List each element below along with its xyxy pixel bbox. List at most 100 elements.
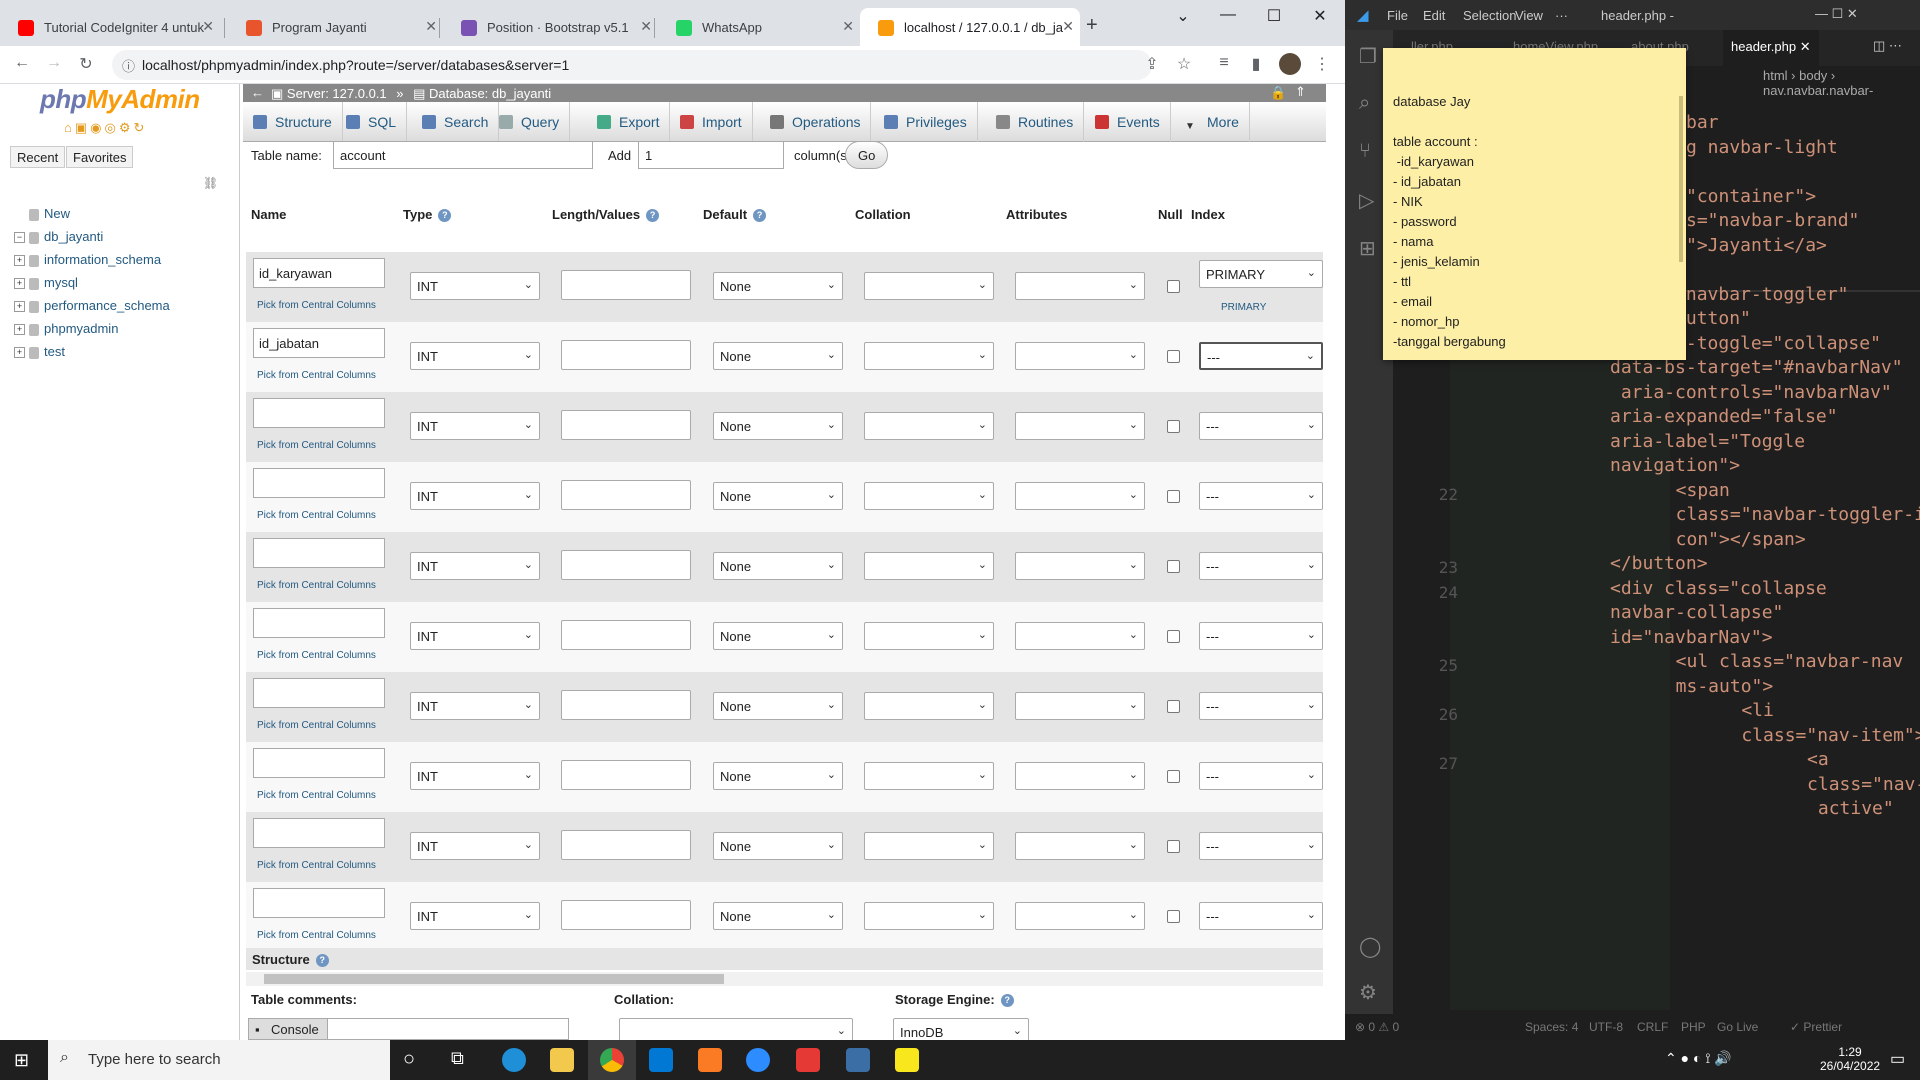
collation-select[interactable]: ⌄ [864, 482, 994, 510]
reading-list-icon[interactable]: ≡ [1212, 54, 1236, 72]
code-line[interactable]: <div class="collapse [1610, 578, 1827, 599]
breadcrumb-path[interactable]: html › body › nav.navbar.navbar- [1763, 68, 1920, 98]
column-type-select[interactable]: INT ⌄ [410, 412, 540, 440]
column-name-input[interactable] [253, 748, 385, 778]
code-line[interactable]: navigation"> [1610, 455, 1740, 476]
console-button[interactable]: ▪ Console [248, 1018, 328, 1040]
source-control-icon[interactable]: ⑂ [1359, 140, 1371, 163]
default-select[interactable]: None ⌄ [713, 692, 843, 720]
menu-structure[interactable]: Structure [243, 102, 343, 142]
code-line[interactable]: ms-auto"> [1654, 676, 1774, 697]
notification-icon[interactable]: ▭ [1890, 1049, 1905, 1069]
pick-central-columns-link[interactable]: Pick from Central Columns [257, 650, 376, 661]
code-line[interactable]: class="navbar-toggler-i [1654, 504, 1920, 525]
status-prettier[interactable]: ✓ Prettier [1790, 1020, 1842, 1034]
pick-central-columns-link[interactable]: Pick from Central Columns [257, 930, 376, 941]
split-editor-icon[interactable]: ◫ ⋯ [1873, 38, 1902, 54]
tree-item[interactable]: + phpmyadmin [14, 321, 118, 336]
xampp-icon[interactable] [698, 1048, 722, 1072]
column-type-select[interactable]: INT ⌄ [410, 692, 540, 720]
attributes-select[interactable]: ⌄ [1015, 832, 1145, 860]
pick-central-columns-link[interactable]: Pick from Central Columns [257, 720, 376, 731]
code-line[interactable]: data-bs-target="#navbarNav" [1610, 357, 1903, 378]
table-name-input[interactable]: account [333, 141, 593, 169]
code-line[interactable]: navbar-collapse" [1610, 602, 1783, 623]
null-checkbox[interactable] [1167, 910, 1180, 923]
code-line[interactable]: <li [1698, 700, 1774, 721]
collation-select[interactable]: ⌄ [864, 552, 994, 580]
column-type-select[interactable]: INT ⌄ [410, 832, 540, 860]
column-name-input[interactable]: id_jabatan [253, 328, 385, 358]
add-columns-input[interactable]: 1 [638, 141, 784, 169]
lock-icon[interactable]: 🔒 [1270, 85, 1286, 101]
tab-close-icon[interactable]: ✕ [640, 18, 652, 35]
help-icon[interactable]: ? [438, 209, 452, 223]
extensions-icon[interactable]: ⊞ [1359, 236, 1376, 261]
sticky-note[interactable]: database Jay table account : -id_karyawa… [1383, 48, 1686, 360]
tree-expand-icon[interactable]: + [14, 347, 25, 359]
menu-sql[interactable]: SQL [336, 102, 408, 142]
cortana-icon[interactable]: ○ [403, 1048, 415, 1071]
explorer-icon[interactable]: ❐ [1359, 44, 1377, 69]
null-checkbox[interactable] [1167, 350, 1180, 363]
length-values-input[interactable] [561, 480, 691, 510]
column-name-input[interactable] [253, 398, 385, 428]
vscode-window-controls[interactable]: — ☐ ✕ [1815, 6, 1858, 22]
code-line[interactable]: con"></span> [1654, 529, 1806, 550]
close-tab-icon[interactable]: ✕ [1796, 39, 1811, 54]
column-name-input[interactable] [253, 678, 385, 708]
horizontal-scrollbar[interactable] [246, 972, 1323, 986]
attributes-select[interactable]: ⌄ [1015, 692, 1145, 720]
index-select[interactable]: --- ⌄ [1199, 482, 1323, 510]
tree-expand-icon[interactable]: + [14, 324, 25, 336]
length-values-input[interactable] [561, 620, 691, 650]
pma-quick-icons[interactable]: ⌂▣◉◎⚙↻ [64, 120, 147, 136]
length-values-input[interactable] [561, 340, 691, 370]
length-values-input[interactable] [561, 270, 691, 300]
collapse-arrow-icon[interactable]: ← [251, 85, 264, 100]
tree-expand-icon[interactable]: + [14, 255, 25, 267]
back-icon[interactable]: ← [10, 54, 34, 72]
null-checkbox[interactable] [1167, 420, 1180, 433]
column-type-select[interactable]: INT ⌄ [410, 622, 540, 650]
vscode-menu-item[interactable]: Edit [1423, 8, 1445, 23]
status-enc[interactable]: UTF-8 [1589, 1020, 1623, 1034]
browser-tab[interactable]: localhost / 127.0.0.1 / db_ja ✕ [860, 8, 1080, 46]
column-type-select[interactable]: INT ⌄ [410, 272, 540, 300]
status-spaces[interactable]: Spaces: 4 [1525, 1020, 1578, 1034]
index-select[interactable]: --- ⌄ [1199, 622, 1323, 650]
length-values-input[interactable] [561, 760, 691, 790]
menu-operations[interactable]: Operations [760, 102, 872, 142]
menu-more[interactable]: ▼ More [1175, 102, 1250, 142]
menu-export[interactable]: Export [587, 102, 671, 142]
attributes-select[interactable]: ⌄ [1015, 342, 1145, 370]
index-select[interactable]: PRIMARY ⌄ [1199, 260, 1323, 288]
tab-close-icon[interactable]: ✕ [1062, 18, 1074, 35]
tab-search-icon[interactable]: ⌄ [1163, 6, 1203, 26]
vscode-menu-item[interactable]: ··· [1555, 8, 1568, 23]
menu-events[interactable]: Events [1085, 102, 1171, 142]
run-debug-icon[interactable]: ▷ [1359, 188, 1374, 213]
attributes-select[interactable]: ⌄ [1015, 622, 1145, 650]
url-field[interactable]: ⓘ localhost/phpmyadmin/index.php?route=/… [112, 50, 1152, 80]
index-select[interactable]: --- ⌄ [1199, 412, 1323, 440]
table-comments-input[interactable] [321, 1018, 569, 1040]
collation-select[interactable]: ⌄ [864, 832, 994, 860]
code-line[interactable]: <a [1742, 749, 1829, 770]
null-checkbox[interactable] [1167, 700, 1180, 713]
pick-central-columns-link[interactable]: Pick from Central Columns [257, 510, 376, 521]
code-line[interactable]: aria-controls="navbarNav" [1610, 382, 1892, 403]
column-name-input[interactable] [253, 468, 385, 498]
help-icon[interactable]: ? [1000, 994, 1014, 1008]
status-errors[interactable]: ⊗ 0 ⚠ 0 [1355, 1020, 1399, 1034]
column-name-input[interactable] [253, 818, 385, 848]
collation-select[interactable]: ⌄ [864, 692, 994, 720]
code-line[interactable]: class="nav-link [1742, 774, 1920, 795]
null-checkbox[interactable] [1167, 560, 1180, 573]
index-select[interactable]: --- ⌄ [1199, 552, 1323, 580]
sticky-notes-taskbar-icon[interactable] [895, 1048, 919, 1072]
vscode-taskbar-icon[interactable] [649, 1048, 673, 1072]
browser-tab[interactable]: Program Jayanti ✕ [228, 8, 443, 46]
index-select[interactable]: --- ⌄ [1199, 832, 1323, 860]
tab-close-icon[interactable]: ✕ [425, 18, 437, 35]
